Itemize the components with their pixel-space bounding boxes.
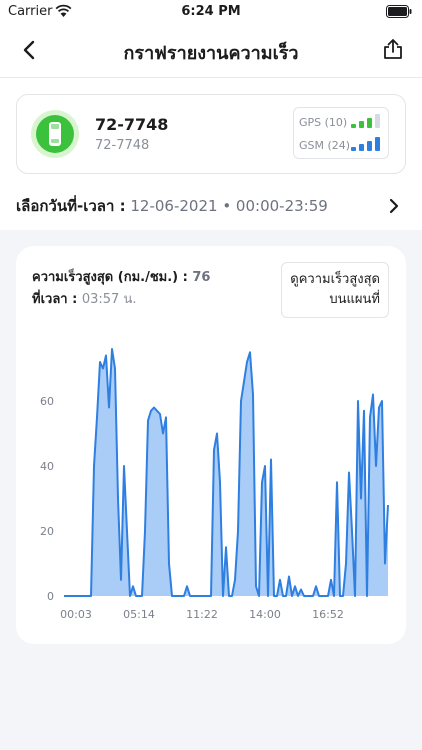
view-max-speed-on-map-button[interactable]: ดูความเร็วสูงสุด บนแผนที่: [281, 262, 389, 318]
page-title: กราฟรายงานความเร็ว: [123, 43, 299, 64]
status-time: 6:24 PM: [181, 4, 241, 19]
share-icon[interactable]: [382, 37, 404, 61]
y-tick-label: 40: [40, 460, 54, 473]
vehicle-icon: [49, 122, 61, 146]
y-tick-label: 60: [40, 395, 54, 408]
max-speed-value: 76: [192, 270, 211, 285]
vehicle-plate-sub: 72-7748: [95, 138, 150, 153]
y-tick-label: 0: [47, 590, 54, 603]
gsm-count: (24): [327, 139, 351, 152]
x-tick-label: 00:03: [60, 608, 92, 621]
max-time-label: ที่เวลา :: [32, 292, 78, 307]
x-tick-label: 16:52: [312, 608, 344, 621]
max-speed: ความเร็วสูงสุด (กม./ชม.) : 76: [32, 266, 210, 287]
gps-signal-bars-icon: [351, 114, 380, 128]
gsm-signal-label: GSM (24): [299, 139, 350, 152]
summary-section: 72-7748 72-7748 GPS (10) GSM (24) เลือกว…: [0, 78, 422, 230]
date-selector[interactable]: เลือกวันที่-เวลา : 12-06-2021 • 00:00-23…: [16, 194, 406, 218]
chevron-right-icon[interactable]: [388, 197, 400, 215]
vehicle-plate: 72-7748: [95, 115, 169, 134]
x-tick-label: 11:22: [186, 608, 218, 621]
vehicle-card: 72-7748 72-7748 GPS (10) GSM (24): [16, 94, 406, 174]
battery-icon: [386, 5, 412, 18]
speed-chart: 0 20 40 60 00:03 05:14 11:22 14:00 16:52: [40, 348, 389, 621]
vehicle-avatar: [31, 110, 79, 158]
date-label: เลือกวันที่-เวลา :: [16, 197, 126, 215]
signal-status-box: GPS (10) GSM (24): [293, 107, 389, 159]
gps-signal-label: GPS (10): [299, 116, 347, 129]
gps-count: (10): [324, 116, 348, 129]
x-tick-label: 05:14: [123, 608, 155, 621]
status-bar: Carrier 6:24 PM: [0, 0, 422, 24]
max-speed-time: ที่เวลา : 03:57 น.: [32, 288, 136, 309]
map-button-line1: ดูความเร็วสูงสุด: [290, 272, 380, 287]
gsm-signal-bars-icon: [351, 137, 380, 151]
map-button-line2: บนแผนที่: [329, 292, 380, 307]
date-value: 12-06-2021 • 00:00-23:59: [130, 197, 328, 215]
speed-chart-card: ความเร็วสูงสุด (กม./ชม.) : 76 ที่เวลา : …: [16, 246, 406, 644]
y-tick-label: 20: [40, 525, 54, 538]
gps-label: GPS: [299, 116, 322, 129]
x-tick-label: 14:00: [249, 608, 281, 621]
nav-bar: กราฟรายงานความเร็ว: [0, 24, 422, 78]
back-arrow-icon[interactable]: [18, 38, 42, 62]
gsm-label: GSM: [299, 139, 324, 152]
max-time-value: 03:57 น.: [81, 292, 137, 307]
max-speed-label: ความเร็วสูงสุด (กม./ชม.) :: [32, 270, 188, 285]
